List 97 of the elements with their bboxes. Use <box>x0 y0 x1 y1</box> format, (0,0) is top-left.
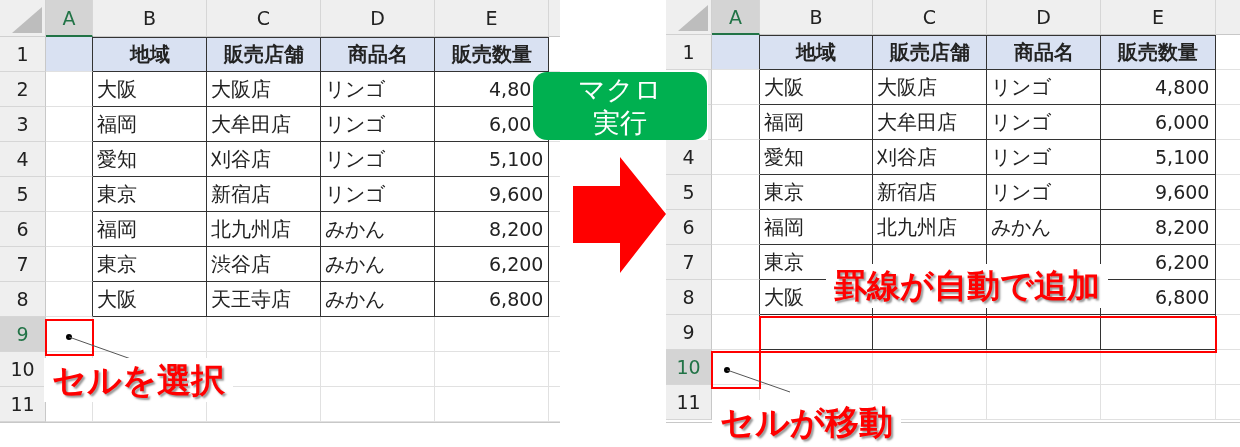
row-header[interactable]: 5 <box>0 177 46 212</box>
table-cell: リンゴ <box>987 140 1101 175</box>
row-header[interactable]: 3 <box>0 107 46 142</box>
table-cell: 刈谷店 <box>873 140 987 175</box>
table-cell: リンゴ <box>321 72 435 107</box>
table-cell: 北九州店 <box>873 210 987 245</box>
table-cell: 東京 <box>760 175 873 210</box>
column-header[interactable]: C <box>873 0 987 35</box>
table-cell: 北九州店 <box>207 212 321 247</box>
table-cell: リンゴ <box>321 177 435 212</box>
column-header[interactable] <box>1216 0 1240 35</box>
table-cell: 愛知 <box>93 142 207 177</box>
table-cell: 5,100 <box>1101 140 1216 175</box>
callout-text: セルを選択 <box>44 358 233 402</box>
table-cell: 9,600 <box>435 177 549 212</box>
callout-text: 罫線が自動で追加 <box>826 264 1108 308</box>
row-header[interactable]: 2 <box>0 72 46 107</box>
arrow-icon <box>573 157 666 273</box>
row-header[interactable]: 10 <box>666 350 712 385</box>
table-cell: みかん <box>987 210 1101 245</box>
leader-line <box>724 367 791 393</box>
column-header[interactable]: A <box>712 0 760 35</box>
table-cell: 8,200 <box>1101 210 1216 245</box>
table-cell: 東京 <box>93 177 207 212</box>
column-heading: 販売数量 <box>435 37 549 72</box>
table-cell: 6,000 <box>1101 105 1216 140</box>
column-heading: 地域 <box>93 37 207 72</box>
column-heading: 地域 <box>760 35 873 70</box>
row-header[interactable]: 7 <box>666 245 712 280</box>
column-heading: 販売店舗 <box>873 35 987 70</box>
table-cell: リンゴ <box>321 107 435 142</box>
table-cell: 大牟田店 <box>873 105 987 140</box>
row-header[interactable]: 4 <box>0 142 46 177</box>
column-header[interactable]: B <box>93 0 207 37</box>
table-cell: 大阪店 <box>207 72 321 107</box>
table-cell: みかん <box>321 282 435 317</box>
table-cell: 大牟田店 <box>207 107 321 142</box>
column-heading: 商品名 <box>987 35 1101 70</box>
table-cell: リンゴ <box>987 70 1101 105</box>
table-cell: リンゴ <box>987 175 1101 210</box>
table-cell: 新宿店 <box>207 177 321 212</box>
row-header[interactable]: 6 <box>0 212 46 247</box>
table-cell: 9,600 <box>1101 175 1216 210</box>
row-header[interactable]: 9 <box>0 317 46 352</box>
row-header[interactable]: 10 <box>0 352 46 387</box>
column-header[interactable]: E <box>1101 0 1216 35</box>
row-header[interactable]: 9 <box>666 315 712 350</box>
table-cell: 福岡 <box>93 212 207 247</box>
column-header[interactable] <box>549 0 560 37</box>
table-cell: リンゴ <box>987 105 1101 140</box>
table-cell: 新宿店 <box>873 175 987 210</box>
column-heading: 販売店舗 <box>207 37 321 72</box>
table-cell: 大阪 <box>93 72 207 107</box>
table-cell: 天王寺店 <box>207 282 321 317</box>
row-header[interactable]: 4 <box>666 140 712 175</box>
row-header[interactable]: 11 <box>666 385 712 420</box>
table-cell: みかん <box>321 212 435 247</box>
row-header[interactable]: 1 <box>666 35 712 70</box>
column-heading: 販売数量 <box>1101 35 1216 70</box>
table-cell: リンゴ <box>321 142 435 177</box>
row-header[interactable]: 8 <box>666 280 712 315</box>
table-cell: 大阪 <box>93 282 207 317</box>
table-cell: 福岡 <box>760 105 873 140</box>
table-cell: 4,800 <box>1101 70 1216 105</box>
column-header[interactable]: C <box>207 0 321 37</box>
column-header[interactable]: D <box>321 0 435 37</box>
table-cell: 福岡 <box>760 210 873 245</box>
row-header[interactable]: 1 <box>0 37 46 72</box>
table-cell: 6,200 <box>435 247 549 282</box>
table-cell: 福岡 <box>93 107 207 142</box>
table-cell: 東京 <box>93 247 207 282</box>
column-header[interactable]: B <box>760 0 873 35</box>
row-header[interactable]: 6 <box>666 210 712 245</box>
column-heading: 商品名 <box>321 37 435 72</box>
row-header[interactable] <box>708 105 712 140</box>
badge-label: 実行 <box>593 106 647 139</box>
table-cell: 5,100 <box>435 142 549 177</box>
table-cell: 大阪 <box>760 70 873 105</box>
row-header[interactable]: 7 <box>0 247 46 282</box>
select-all-icon[interactable] <box>678 5 708 31</box>
select-all-icon[interactable] <box>12 7 42 33</box>
table-cell: 大阪店 <box>873 70 987 105</box>
row-header[interactable]: 8 <box>0 282 46 317</box>
table-cell: 渋谷店 <box>207 247 321 282</box>
column-header[interactable]: E <box>435 0 549 37</box>
row-header[interactable] <box>708 70 712 105</box>
leader-line <box>66 334 132 360</box>
column-header[interactable]: A <box>46 0 93 37</box>
badge-label: マクロ <box>578 73 662 106</box>
table-cell: みかん <box>321 247 435 282</box>
table-cell: 6,800 <box>435 282 549 317</box>
row-header[interactable]: 11 <box>0 387 46 422</box>
table-cell: 刈谷店 <box>207 142 321 177</box>
table-cell: 愛知 <box>760 140 873 175</box>
table-cell: 8,200 <box>435 212 549 247</box>
row-header[interactable]: 5 <box>666 175 712 210</box>
column-header[interactable]: D <box>987 0 1101 35</box>
